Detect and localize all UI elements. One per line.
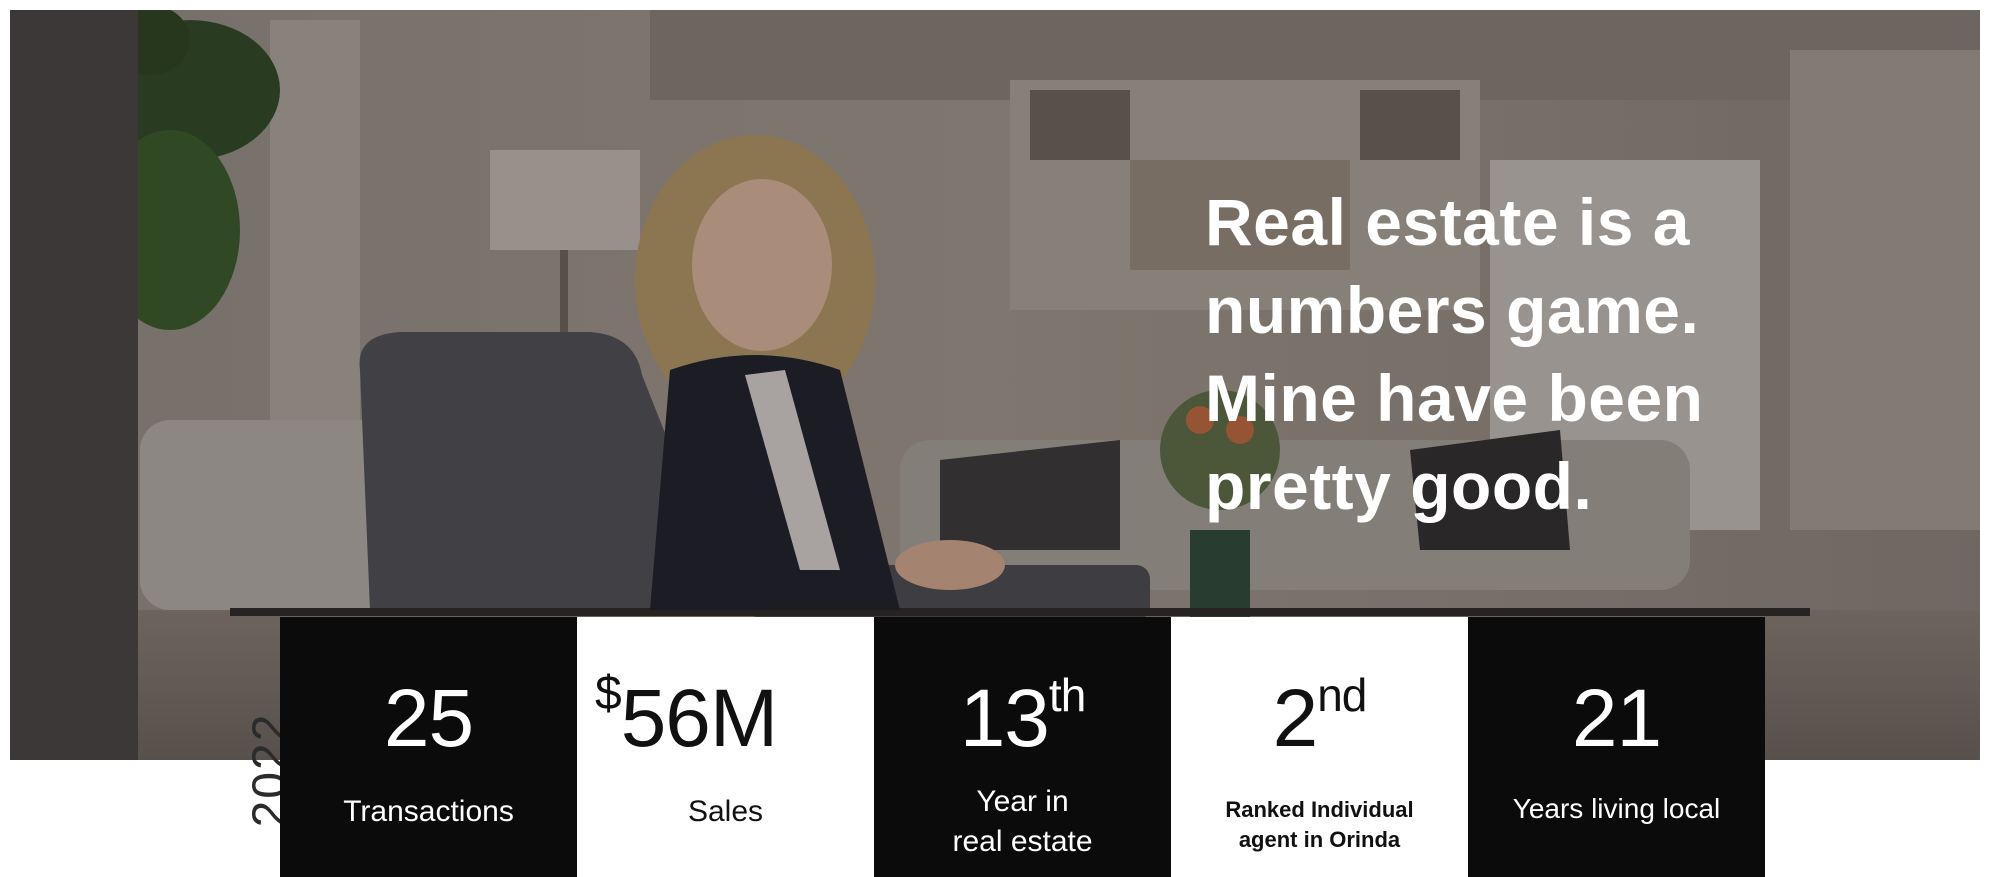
stat-value: 2nd (1171, 669, 1468, 766)
stat-label-line: agent in Orinda (1238, 827, 1401, 852)
stat-label-line: real estate (952, 825, 1093, 858)
stat-value: $56M (595, 667, 874, 766)
headline-line: Mine have been (1205, 361, 1704, 435)
headline-line: pretty good. (1205, 449, 1593, 523)
stat-value: 25 (280, 672, 577, 766)
stat-number: 56M (620, 673, 779, 764)
stat-label-line: Ranked Individual (1225, 797, 1414, 822)
stat-number: 21 (1571, 673, 1662, 764)
stat-value: 21 (1468, 672, 1765, 766)
stat-label: Transactions (343, 795, 514, 828)
stat-ranking: 2nd Ranked Individual agent in Orinda (1171, 617, 1468, 877)
stat-years-local: 21 Years living local (1468, 617, 1765, 877)
stat-label: Years living local (1512, 793, 1721, 824)
stat-years-in-real-estate: 13th Year in real estate (874, 617, 1171, 877)
stat-value: 13th (874, 669, 1171, 766)
stat-label-line: Year in (976, 785, 1069, 818)
stat-suffix: nd (1317, 669, 1367, 721)
stat-transactions: 25 Transactions (280, 617, 577, 877)
stat-prefix: $ (595, 667, 622, 720)
stat-suffix: th (1048, 669, 1086, 721)
headline-line: numbers game. (1205, 273, 1700, 347)
side-strip (10, 10, 138, 760)
stat-number: 25 (383, 673, 474, 764)
stat-label: Sales (687, 795, 764, 828)
stat-number: 13 (959, 673, 1050, 764)
stats-row: 25 Transactions $56M Sales 13th Year in … (280, 617, 1765, 877)
stat-label: Year in real estate (884, 782, 1161, 862)
stat-label: Ranked Individual agent in Orinda (1181, 795, 1458, 855)
stat-sales: $56M Sales (577, 617, 874, 877)
stat-number: 2 (1272, 673, 1319, 764)
headline-line: Real estate is a (1205, 185, 1690, 259)
headline: Real estate is a numbers game. Mine have… (1205, 178, 1845, 530)
